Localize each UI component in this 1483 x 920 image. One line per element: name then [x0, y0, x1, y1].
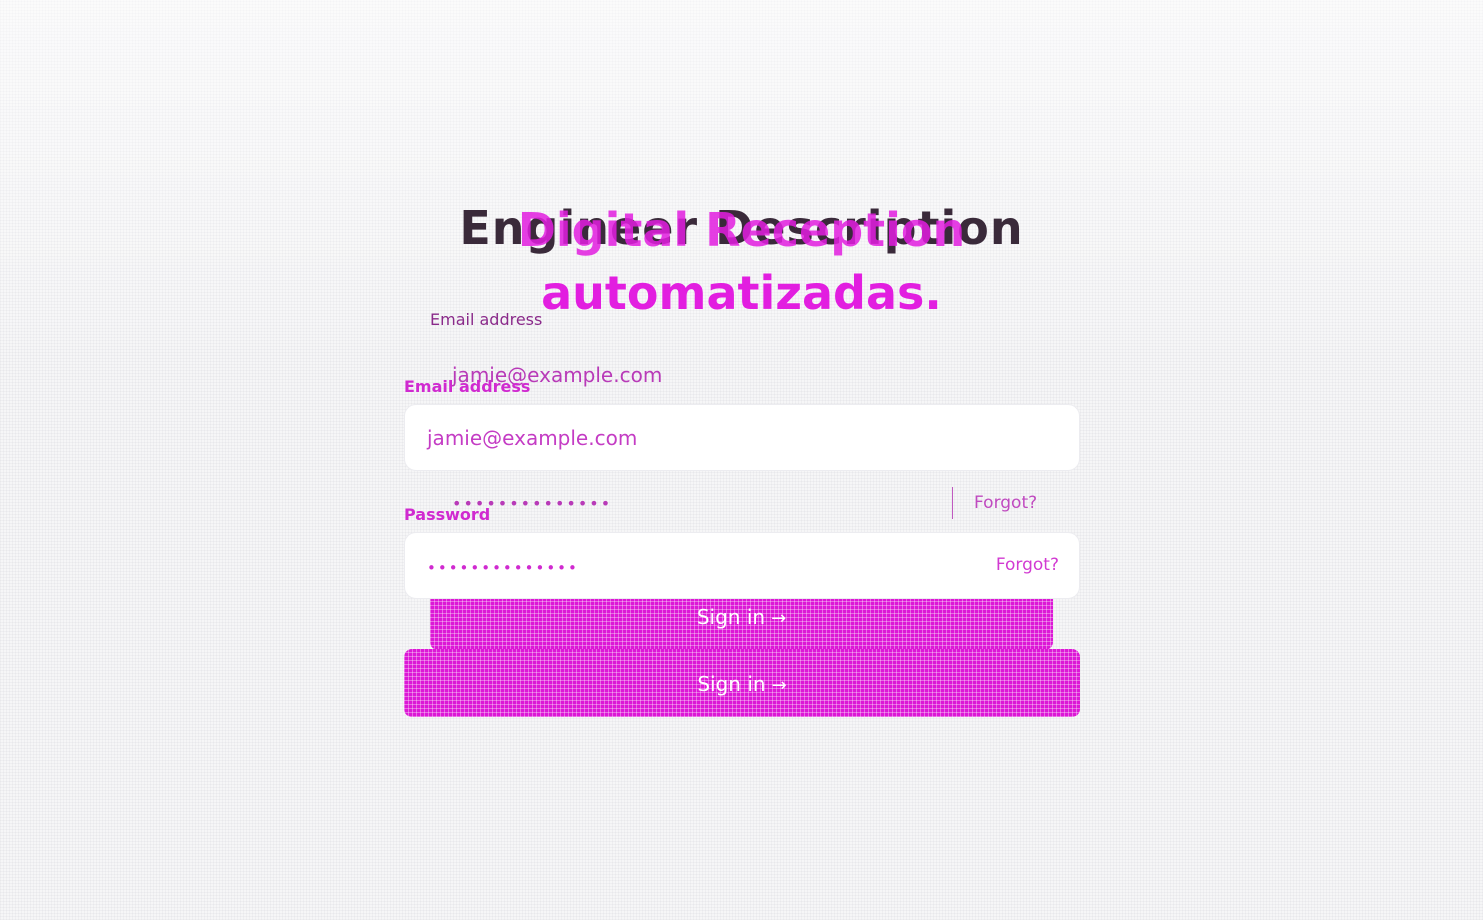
password-field[interactable]: •••••••••••••• Forgot?	[404, 532, 1080, 599]
password-value: ••••••••••••••	[427, 559, 579, 577]
email-value: jamie@example.com	[427, 426, 638, 450]
password-label: Password	[404, 505, 491, 524]
forgot-password-link[interactable]: Forgot?	[996, 555, 1059, 575]
sign-in-label: Sign in	[697, 672, 766, 696]
page-title: Digital Reception	[517, 203, 966, 257]
email-field[interactable]: jamie@example.com	[404, 404, 1080, 471]
arrow-right-icon: →	[771, 608, 787, 629]
divider	[952, 487, 953, 519]
sign-in-label-ghost: Sign in	[696, 605, 766, 629]
arrow-right-icon: →	[771, 675, 787, 696]
page-subtitle: automatizadas.	[541, 266, 942, 320]
forgot-link-ghost: Forgot?	[974, 493, 1038, 513]
email-label: Email address	[404, 377, 531, 396]
email-label-ghost: Email address	[430, 310, 543, 329]
sign-in-button[interactable]: Sign in →	[404, 649, 1080, 717]
